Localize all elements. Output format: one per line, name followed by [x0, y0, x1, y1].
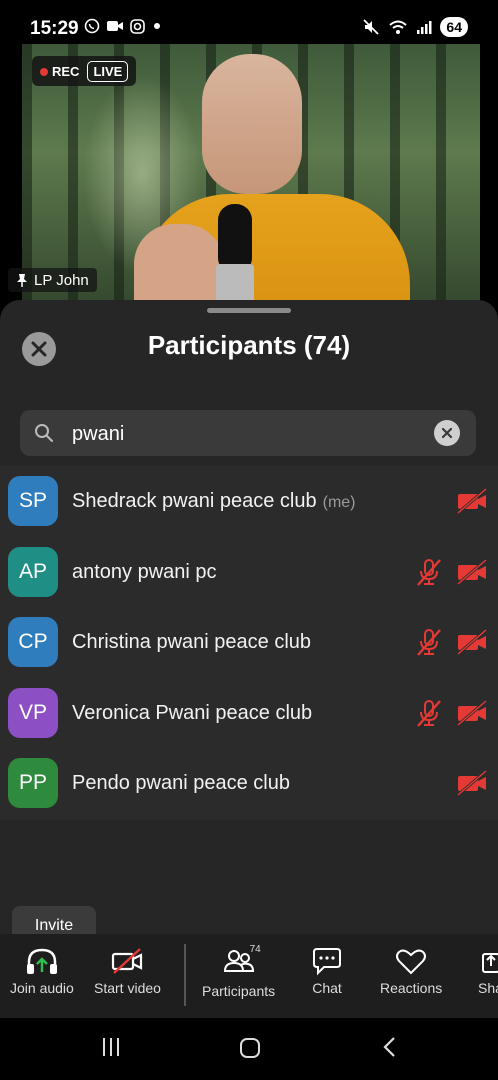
share-label: Sha	[478, 980, 498, 996]
reactions-label: Reactions	[380, 980, 443, 996]
participants-panel: Participants (74) SP Shedrack pwani peace…	[0, 300, 498, 940]
clear-search-button[interactable]	[434, 420, 460, 446]
recording-badge: REC LIVE	[32, 56, 137, 86]
whatsapp-icon	[84, 18, 100, 34]
close-icon	[31, 341, 47, 357]
search-bar	[20, 410, 476, 456]
video-off-icon	[112, 948, 143, 974]
video-off-icon	[457, 699, 487, 726]
live-badge: LIVE	[87, 60, 129, 82]
participant-name: Christina pwani peace club	[72, 631, 312, 654]
chat-icon	[313, 948, 341, 976]
pin-icon	[17, 274, 27, 287]
avatar: PP	[8, 758, 58, 809]
mute-icon	[363, 19, 380, 35]
mic-muted-icon	[417, 629, 441, 656]
participant-row[interactable]: VP Veronica Pwani peace club	[0, 678, 498, 748]
video-off-icon	[457, 558, 487, 585]
video-off-icon	[457, 629, 487, 656]
avatar: SP	[8, 476, 58, 526]
search-icon	[35, 424, 53, 442]
avatar: CP	[8, 617, 58, 668]
video-off-icon	[457, 770, 487, 797]
participants-button[interactable]: 74 Participants	[202, 944, 276, 999]
sheet-drag-handle[interactable]	[207, 308, 291, 313]
status-time: 15:29	[30, 18, 79, 39]
participant-name: Shedrack pwani peace club (me)	[72, 490, 356, 512]
participants-count-badge: 74	[249, 944, 261, 955]
panel-title: Participants (74)	[147, 330, 351, 360]
participant-row[interactable]: SP Shedrack pwani peace club (me)	[0, 466, 498, 536]
chat-label: Chat	[312, 980, 342, 996]
headphones-icon	[26, 948, 57, 974]
mic-muted-icon	[417, 558, 441, 586]
join-audio-button[interactable]: Join audio	[10, 946, 74, 996]
participant-row[interactable]: CP Christina pwani peace club	[0, 607, 498, 677]
mic-muted-icon	[417, 699, 441, 727]
rec-label: REC	[52, 63, 80, 79]
instagram-icon	[130, 18, 145, 34]
me-tag: (me)	[322, 494, 356, 511]
meeting-toolbar: Join audio Start video 74 Participants C…	[0, 934, 498, 1018]
recent-apps-icon[interactable]	[100, 1036, 122, 1058]
share-button[interactable]: Sha	[478, 946, 498, 996]
home-icon[interactable]	[238, 1036, 262, 1060]
share-icon	[482, 953, 498, 973]
join-audio-label: Join audio	[10, 980, 74, 996]
clear-icon	[442, 428, 452, 438]
signal-icon	[417, 21, 432, 34]
start-video-label: Start video	[94, 980, 161, 996]
reactions-button[interactable]: Reactions	[380, 946, 442, 996]
toolbar-divider	[184, 944, 186, 1006]
avatar: AP	[8, 546, 58, 597]
participant-name: Pendo pwani peace club	[72, 772, 290, 795]
rec-dot-icon	[40, 67, 48, 76]
heart-icon	[396, 949, 427, 975]
participant-name: Veronica Pwani peace club	[72, 701, 313, 724]
speaker-name: LP John	[34, 271, 89, 289]
participant-list: SP Shedrack pwani peace club (me) AP antony …	[0, 466, 498, 820]
participant-name: antony pwani pc	[72, 560, 217, 583]
video-camera-icon	[107, 21, 123, 31]
wifi-icon	[389, 20, 408, 34]
close-button[interactable]	[22, 332, 56, 366]
battery-level: 64	[440, 17, 468, 37]
speaker-name-tag: LP John	[8, 268, 97, 292]
dot-icon	[154, 23, 160, 29]
back-icon[interactable]	[380, 1036, 400, 1058]
video-off-icon	[457, 487, 487, 515]
start-video-button[interactable]: Start video	[94, 946, 161, 996]
chat-button[interactable]: Chat	[310, 946, 344, 996]
participant-row[interactable]: AP antony pwani pc	[0, 537, 498, 607]
search-input[interactable]	[70, 418, 414, 450]
avatar: VP	[8, 687, 58, 738]
participants-label: Participants	[202, 983, 276, 999]
participant-row[interactable]: PP Pendo pwani peace club	[0, 748, 498, 818]
speaker-head	[202, 54, 302, 194]
system-nav-bar	[0, 1018, 498, 1080]
